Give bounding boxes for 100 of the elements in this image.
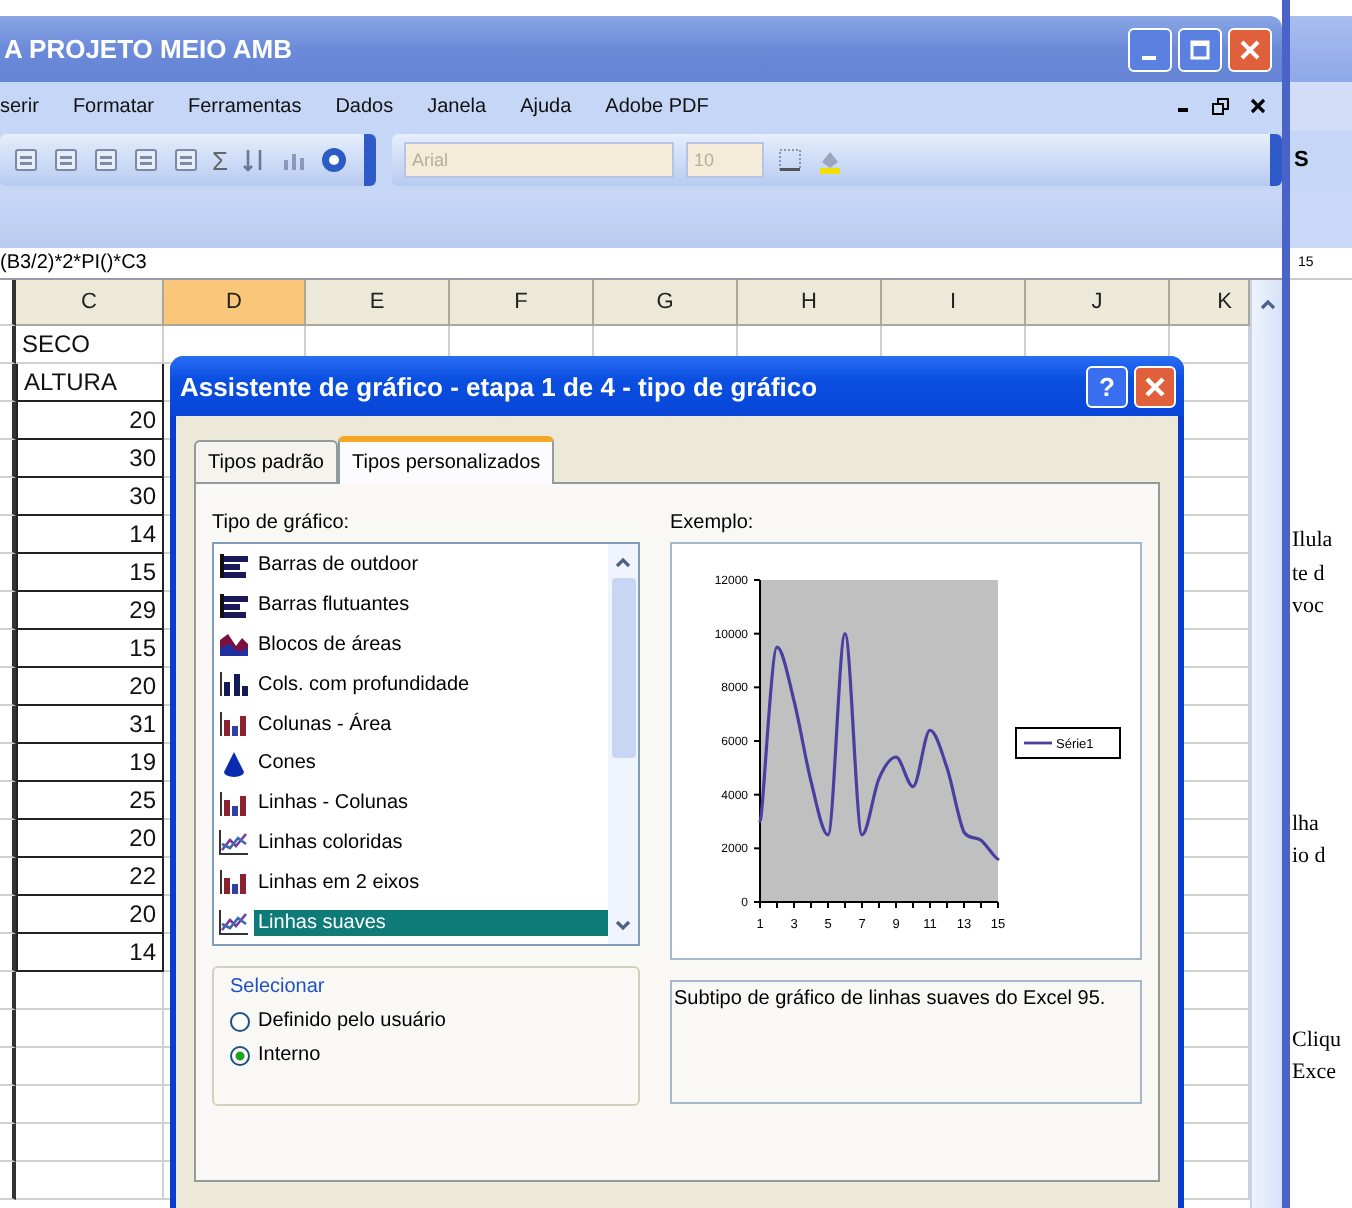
table-cell: 20	[16, 402, 164, 440]
table-cell: 25	[16, 782, 164, 820]
formula-field[interactable]: (B3/2)*2*PI()*C3	[0, 248, 1282, 280]
column-header[interactable]: J	[1026, 280, 1170, 326]
description-text: Subtipo de gráfico de linhas suaves do Excel 95.	[670, 980, 1142, 1104]
column-header[interactable]: K	[1170, 280, 1250, 326]
group-title: Selecionar	[230, 976, 327, 998]
table-cell: 20	[16, 668, 164, 706]
tab[interactable]: Tipos padrão	[194, 440, 338, 482]
column-chart-icon	[218, 868, 250, 897]
radio-button[interactable]	[230, 1011, 250, 1031]
table-cell: 29	[16, 592, 164, 630]
column-header[interactable]: H	[738, 280, 882, 326]
line-chart-icon	[218, 828, 250, 857]
window-titlebar	[1290, 16, 1352, 82]
column-header[interactable]: G	[594, 280, 738, 326]
preview-label: Exemplo:	[670, 512, 756, 538]
maximize-button[interactable]	[1178, 27, 1222, 71]
scroll-up-icon[interactable]	[614, 556, 632, 570]
table-cell: 14	[16, 516, 164, 554]
table-cell: 31	[16, 706, 164, 744]
maximize-icon	[1190, 39, 1210, 59]
list-item[interactable]: Barras flutuantes	[254, 592, 608, 619]
list-label: Tipo de gráfico:	[212, 512, 352, 538]
line-chart-icon	[218, 908, 250, 937]
table-cell: 19	[16, 744, 164, 782]
close-icon	[1144, 375, 1166, 397]
document-text: Exce	[1292, 1058, 1338, 1088]
menu-item[interactable]: Adobe PDF	[605, 95, 709, 117]
list-item[interactable]: Blocos de áreas	[254, 631, 608, 658]
paste-icon[interactable]	[92, 146, 120, 174]
menu-item[interactable]: Janela	[427, 95, 487, 117]
autosum-button[interactable]: Σ	[212, 145, 229, 175]
document-text: Ilula	[1292, 526, 1335, 556]
close-button[interactable]	[1228, 27, 1272, 71]
table-cell: 22	[16, 858, 164, 896]
column-header[interactable]: E	[306, 280, 450, 326]
list-item[interactable]: Colunas - Área	[254, 711, 608, 738]
column-header[interactable]: D	[164, 280, 306, 326]
column-chart-icon	[218, 710, 250, 739]
menu-item[interactable]: Dados	[335, 95, 394, 117]
undo-icon[interactable]	[132, 146, 160, 174]
area-chart-icon	[218, 630, 250, 659]
column-chart-icon	[218, 670, 250, 699]
copy-icon[interactable]	[52, 146, 80, 174]
vertical-scrollbar[interactable]	[1250, 280, 1282, 1208]
list-item[interactable]: Linhas - Colunas	[254, 790, 608, 817]
radio-label[interactable]: Interno	[258, 1044, 321, 1066]
document-text: lha	[1292, 809, 1321, 839]
menu-bar	[1290, 82, 1352, 130]
menu-item[interactable]: Ajuda	[520, 95, 572, 117]
menu-item[interactable]: serir	[0, 95, 39, 117]
column-header[interactable]: F	[450, 280, 594, 326]
help-button[interactable]: ?	[1086, 365, 1128, 407]
dialog-title: Assistente de gráfico - etapa 1 de 4 - tipo de gráfico	[180, 371, 820, 401]
close-icon[interactable]	[1250, 98, 1266, 114]
scroll-down-icon[interactable]	[614, 918, 632, 932]
tab[interactable]: Tipos personalizados	[338, 436, 555, 484]
list-item[interactable]: Linhas em 2 eixos	[254, 869, 608, 896]
document-text: io d	[1292, 842, 1328, 872]
list-scrollbar[interactable]	[608, 544, 638, 944]
scroll-up-icon[interactable]	[1257, 296, 1277, 312]
table-cell: 20	[16, 896, 164, 934]
list-item[interactable]: Linhas suaves	[254, 909, 608, 936]
list-item[interactable]: Barras de outdoor	[254, 552, 608, 579]
radio-label[interactable]: Definido pelo usuário	[258, 1010, 446, 1032]
list-item[interactable]: Cols. com profundidade	[254, 671, 608, 698]
window-title: A PROJETO MEIO AMB	[2, 34, 292, 64]
table-cell: 15	[16, 554, 164, 592]
document-text: te d	[1292, 559, 1327, 589]
table-cell: 30	[16, 440, 164, 478]
restore-icon[interactable]	[1212, 97, 1230, 115]
table-cell: ALTURA	[16, 364, 164, 402]
menu-item[interactable]: Formatar	[72, 95, 155, 117]
save-icon[interactable]	[12, 146, 40, 174]
minimize-icon	[1141, 55, 1155, 59]
bar-chart-icon	[218, 551, 250, 580]
document-text: Cliqu	[1292, 1025, 1343, 1055]
bar-chart-icon	[218, 591, 250, 620]
column-chart-icon	[218, 789, 250, 818]
borders-icon[interactable]	[776, 146, 805, 174]
close-icon	[1240, 39, 1260, 59]
menu-item[interactable]: Ferramentas	[188, 95, 302, 117]
toolbar-button[interactable]: S	[1290, 148, 1309, 172]
scroll-thumb[interactable]	[611, 578, 635, 758]
cone-icon	[218, 749, 250, 778]
help-icon[interactable]	[320, 146, 349, 174]
hyperlink-icon[interactable]	[172, 146, 200, 174]
table-cell: SECO	[16, 326, 164, 364]
document-text: voc	[1292, 592, 1326, 622]
table-cell: 14	[16, 934, 164, 972]
list-item[interactable]: Cones	[254, 750, 608, 777]
minimize-button[interactable]	[1128, 27, 1172, 71]
table-cell: 30	[16, 478, 164, 516]
column-header[interactable]: C	[16, 280, 164, 326]
list-item[interactable]: Linhas coloridas	[254, 829, 608, 856]
close-button[interactable]	[1134, 365, 1176, 407]
radio-button[interactable]	[230, 1045, 250, 1065]
table-cell: 20	[16, 820, 164, 858]
column-header[interactable]: I	[882, 280, 1026, 326]
